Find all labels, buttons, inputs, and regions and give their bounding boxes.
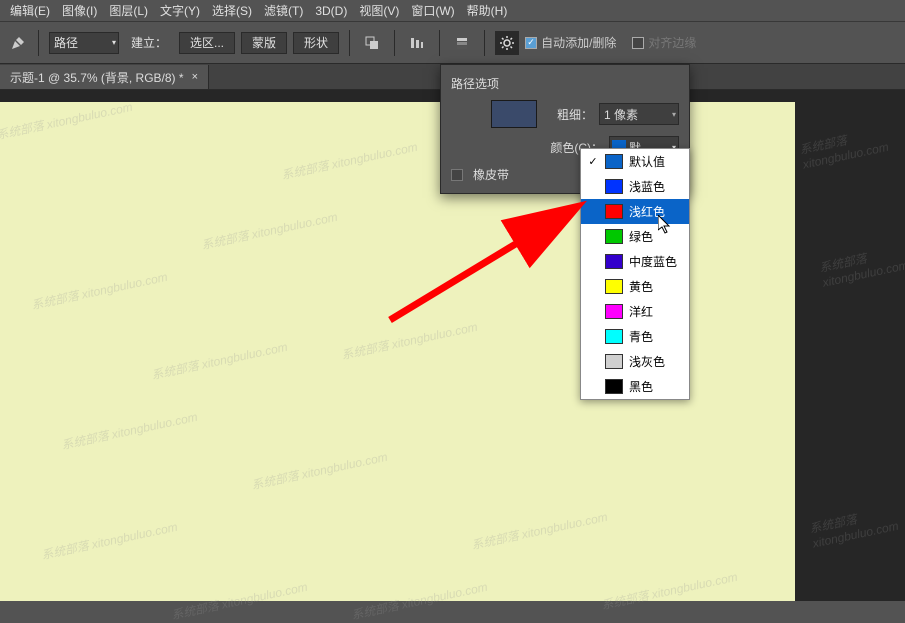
panel-title: 路径选项 — [451, 75, 679, 92]
color-swatch-icon — [605, 279, 623, 294]
color-swatch-icon — [605, 379, 623, 394]
options-toolbar: 路径 ▾ 建立： 选区... 蒙版 形状 ✓ 自动添加/删除 对齐边缘 — [0, 22, 905, 64]
arrange-icon[interactable] — [450, 31, 474, 55]
divider — [349, 30, 350, 56]
watermark: 系统部落 xitongbuluo.com — [150, 338, 289, 383]
color-menu-item[interactable]: 青色 — [581, 324, 689, 349]
menu-help[interactable]: 帮助(H) — [461, 2, 514, 19]
build-label: 建立： — [131, 34, 167, 51]
path-op-icon[interactable] — [360, 31, 384, 55]
shape-button[interactable]: 形状 — [293, 32, 339, 54]
menu-edit[interactable]: 编辑(E) — [4, 2, 56, 19]
color-swatch-icon — [605, 254, 623, 269]
tab-title: 示题-1 @ 35.7% (背景, RGB/8) * — [10, 69, 184, 86]
color-label: 中度蓝色 — [629, 253, 677, 270]
color-menu-item[interactable]: 黑色 — [581, 374, 689, 399]
watermark: 系统部落 xitongbuluo.com — [60, 408, 199, 453]
document-tab[interactable]: 示题-1 @ 35.7% (背景, RGB/8) * × — [0, 65, 209, 89]
divider — [439, 30, 440, 56]
thickness-label: 粗细： — [543, 106, 593, 123]
watermark: 系统部落 xitongbuluo.com — [808, 500, 905, 550]
color-label: 默认值 — [629, 153, 665, 170]
watermark: 系统部落 xitongbuluo.com — [280, 138, 419, 183]
color-swatch-icon — [605, 304, 623, 319]
color-swatch-icon — [605, 179, 623, 194]
watermark: 系统部落 xitongbuluo.com — [340, 318, 479, 363]
watermark: 系统部落 xitongbuluo.com — [170, 578, 309, 623]
watermark: 系统部落 xitongbuluo.com — [600, 568, 739, 613]
mode-dropdown[interactable]: 路径 ▾ — [49, 32, 119, 54]
chevron-down-icon: ▾ — [672, 110, 676, 119]
color-preview-swatch[interactable] — [491, 100, 537, 128]
chevron-down-icon: ▾ — [112, 38, 116, 47]
watermark: 系统部落 xitongbuluo.com — [0, 98, 134, 143]
watermark: 系统部落 xitongbuluo.com — [250, 448, 389, 493]
watermark: 系统部落 xitongbuluo.com — [40, 518, 179, 563]
color-label: 浅灰色 — [629, 353, 665, 370]
close-icon[interactable]: × — [192, 71, 198, 83]
menu-filter[interactable]: 滤镜(T) — [258, 2, 309, 19]
color-menu-item[interactable]: ✓ 默认值 — [581, 149, 689, 174]
color-swatch-icon — [605, 229, 623, 244]
watermark: 系统部落 xitongbuluo.com — [30, 268, 169, 313]
divider — [484, 30, 485, 56]
color-menu-item[interactable]: 浅灰色 — [581, 349, 689, 374]
color-label: 黄色 — [629, 278, 653, 295]
gear-icon[interactable] — [495, 31, 519, 55]
color-label: 浅红色 — [629, 203, 665, 220]
mask-button[interactable]: 蒙版 — [241, 32, 287, 54]
thickness-input[interactable]: 1 像素 ▾ — [599, 103, 679, 125]
align-icon[interactable] — [405, 31, 429, 55]
color-swatch-icon — [605, 204, 623, 219]
color-label: 浅蓝色 — [629, 178, 665, 195]
pen-tool-icon[interactable] — [8, 33, 28, 53]
color-swatch-icon — [605, 354, 623, 369]
selection-button[interactable]: 选区... — [179, 32, 235, 54]
color-label: 黑色 — [629, 378, 653, 395]
main-menu-bar: 编辑(E) 图像(I) 图层(L) 文字(Y) 选择(S) 滤镜(T) 3D(D… — [0, 0, 905, 22]
color-menu-item[interactable]: 浅蓝色 — [581, 174, 689, 199]
color-menu-item[interactable]: 洋红 — [581, 299, 689, 324]
menu-window[interactable]: 窗口(W) — [405, 2, 460, 19]
menu-select[interactable]: 选择(S) — [206, 2, 258, 19]
watermark: 系统部落 xitongbuluo.com — [470, 508, 609, 553]
color-swatch-icon — [605, 329, 623, 344]
color-dropdown-menu: ✓ 默认值浅蓝色浅红色绿色中度蓝色黄色洋红青色浅灰色黑色 — [580, 148, 690, 400]
menu-3d[interactable]: 3D(D) — [309, 4, 353, 18]
color-menu-item[interactable]: 浅红色 — [581, 199, 689, 224]
checkbox-icon — [632, 37, 644, 49]
watermark: 系统部落 xitongbuluo.com — [200, 208, 339, 253]
auto-add-delete-option[interactable]: ✓ 自动添加/删除 — [525, 34, 616, 51]
check-icon: ✓ — [587, 155, 599, 168]
menu-text[interactable]: 文字(Y) — [154, 2, 206, 19]
color-label: 绿色 — [629, 228, 653, 245]
color-menu-item[interactable]: 中度蓝色 — [581, 249, 689, 274]
align-edges-option: 对齐边缘 — [632, 34, 696, 51]
watermark: 系统部落 xitongbuluo.com — [350, 578, 489, 623]
checkbox-checked-icon: ✓ — [525, 37, 537, 49]
watermark: 系统部落 xitongbuluo.com — [798, 119, 905, 171]
mode-label: 路径 — [54, 34, 78, 51]
color-menu-item[interactable]: 黄色 — [581, 274, 689, 299]
menu-image[interactable]: 图像(I) — [56, 2, 103, 19]
color-menu-item[interactable]: 绿色 — [581, 224, 689, 249]
menu-layer[interactable]: 图层(L) — [103, 2, 154, 19]
color-label: 青色 — [629, 328, 653, 345]
divider — [394, 30, 395, 56]
color-label: 洋红 — [629, 303, 653, 320]
divider — [38, 30, 39, 56]
watermark: 系统部落 xitongbuluo.com — [818, 241, 905, 289]
checkbox-icon — [451, 169, 463, 181]
menu-view[interactable]: 视图(V) — [353, 2, 405, 19]
color-swatch-icon — [605, 154, 623, 169]
